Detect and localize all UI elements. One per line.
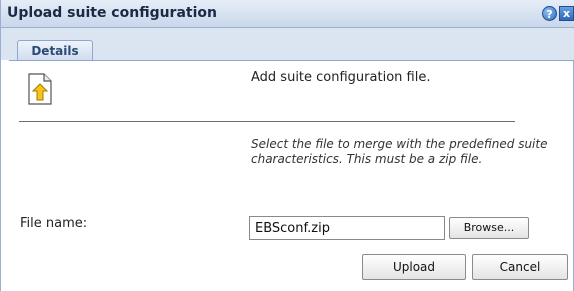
- file-name-input[interactable]: [249, 216, 445, 240]
- instructions-text: Select the file to merge with the predef…: [251, 137, 548, 166]
- upload-button[interactable]: Upload: [362, 254, 466, 280]
- tab-details[interactable]: Details: [17, 40, 93, 61]
- close-icon[interactable]: x: [559, 6, 574, 21]
- cancel-button[interactable]: Cancel: [472, 254, 568, 280]
- browse-button[interactable]: Browse...: [449, 217, 529, 239]
- dialog-title: Upload suite configuration: [7, 5, 217, 21]
- upload-suite-configuration-dialog: Upload suite configuration ? x Details A…: [0, 0, 574, 291]
- upload-file-icon: [28, 73, 52, 105]
- file-name-label: File name:: [20, 216, 88, 231]
- tab-underline: [9, 60, 574, 61]
- title-bar: Upload suite configuration ? x: [1, 0, 574, 28]
- divider: [19, 121, 515, 122]
- section-heading: Add suite configuration file.: [251, 70, 431, 85]
- help-icon[interactable]: ?: [542, 6, 557, 21]
